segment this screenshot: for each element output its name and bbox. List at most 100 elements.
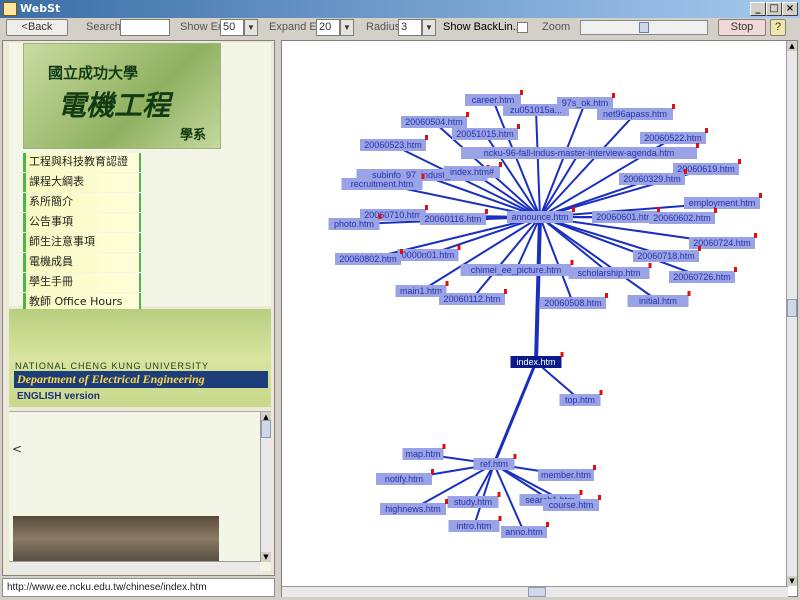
graph-node[interactable]: 20060522.htm	[640, 128, 708, 144]
chevron-down-icon[interactable]: ▼	[422, 19, 436, 36]
graph-node-marker	[431, 469, 434, 474]
chevron-down-icon[interactable]: ▼	[787, 576, 797, 586]
graph-node-label: 20060522.htm	[644, 133, 702, 143]
status-url: http://www.ee.ncku.edu.tw/chinese/index.…	[2, 578, 275, 597]
help-button[interactable]: ?	[770, 19, 786, 36]
graph-node-label: chimei_ee_picture.htm	[471, 265, 562, 275]
graph-node[interactable]: 97s_ok.htm	[557, 93, 615, 109]
graph-node-marker	[738, 159, 741, 164]
maximize-button[interactable]: □	[766, 2, 782, 16]
chevron-up-icon[interactable]: ▲	[787, 41, 797, 51]
app-icon	[3, 2, 17, 16]
english-version-link[interactable]: ENGLISH version	[17, 391, 100, 402]
graph-node-marker	[499, 162, 502, 167]
graph-node-marker	[425, 135, 428, 140]
show-edges-select[interactable]: 50	[220, 19, 244, 36]
graph-node[interactable]: scholarship.htm	[568, 263, 652, 279]
menu-item-handbook[interactable]: 學生手冊	[23, 273, 141, 292]
graph-node-label: 20060718.htm	[637, 251, 695, 261]
graph-node[interactable]: 20060112.htm	[439, 289, 507, 305]
link-graph[interactable]: career.htmzu051015a...97s_ok.htm 20060504…	[282, 41, 788, 586]
graph-node-marker	[714, 208, 717, 213]
lower-frame-hscrollbar[interactable]	[9, 561, 260, 572]
graph-node[interactable]: ref.htm	[473, 454, 517, 470]
graph-node-label: scholarship.htm	[577, 268, 640, 278]
graph-node-marker	[517, 124, 520, 129]
graph-node[interactable]: anno.htm	[501, 522, 549, 538]
graph-node-label: highnews.htm	[385, 504, 441, 514]
graph-node[interactable]: 20060523.htm	[360, 135, 428, 151]
graph-node[interactable]: top.htm	[559, 390, 603, 406]
graph-node[interactable]: highnews.htm	[380, 499, 448, 515]
lower-frame: < ▲ ▼	[9, 411, 271, 572]
back-button[interactable]: <Back	[6, 19, 68, 36]
graph-node[interactable]: study.htm	[447, 492, 501, 508]
expand-edges-select[interactable]: 20	[316, 19, 340, 36]
graph-node-label: career.htm	[472, 95, 515, 105]
graph-node-marker	[754, 233, 757, 238]
graph-node[interactable]: initial.htm	[627, 291, 691, 307]
graph-node-label: 20060504.htm	[405, 117, 463, 127]
zoom-slider[interactable]	[580, 20, 708, 35]
graph-node-marker	[759, 193, 762, 198]
graph-node-marker	[657, 207, 660, 212]
graph-node[interactable]: 20060504.htm	[401, 112, 469, 128]
menu-item-introduction[interactable]: 系所簡介	[23, 193, 141, 212]
scrollbar-thumb[interactable]	[261, 420, 271, 438]
graph-node[interactable]: member.htm	[538, 465, 596, 481]
chevron-down-icon[interactable]: ▼	[244, 19, 258, 36]
graph-node-marker	[599, 390, 603, 395]
department-banner: 國立成功大學 電機工程 學系 工程與科技教育認證 課程大綱表 系所簡介 公告事項…	[9, 43, 271, 312]
scrollbar-thumb[interactable]	[528, 587, 546, 597]
graph-node-marker	[572, 207, 575, 212]
graph-node-marker	[579, 490, 583, 495]
graph-node[interactable]: 20060619.htm	[673, 159, 741, 175]
chevron-down-icon[interactable]: ▼	[340, 19, 354, 36]
graph-node[interactable]: map.htm	[402, 444, 446, 460]
graph-edge	[535, 109, 541, 218]
graph-node-marker	[612, 93, 615, 98]
show-backlinks-checkbox[interactable]	[517, 22, 528, 33]
close-button[interactable]: ×	[782, 2, 798, 16]
logo-department-name: 電機工程	[58, 89, 171, 122]
graph-node-label: member.htm	[541, 470, 591, 480]
graph-node[interactable]: 20060116.htm	[420, 209, 488, 225]
search-input[interactable]	[120, 19, 170, 36]
english-banner[interactable]: NATIONAL CHENG KUNG UNIVERSITY Departmen…	[9, 309, 271, 407]
minimize-button[interactable]: _	[750, 2, 766, 16]
menu-item-notices[interactable]: 師生注意事項	[23, 233, 141, 252]
expand-edges-label: Expand E#	[269, 21, 323, 33]
graph-node[interactable]: notify.htm	[376, 469, 434, 485]
graph-node[interactable]: 20060508.htm	[540, 293, 608, 309]
graph-hscrollbar[interactable]	[282, 586, 788, 597]
graph-node-marker	[445, 499, 448, 504]
graph-nodes: career.htmzu051015a...97s_ok.htm 20060504…	[328, 90, 762, 538]
graph-node-label: index.htm#	[450, 167, 494, 177]
menu-item-members[interactable]: 電機成員	[23, 253, 141, 272]
graph-node[interactable]: index.htm#	[444, 162, 502, 178]
graph-vscrollbar[interactable]: ▲ ▼	[786, 41, 797, 586]
graph-node-label: 97s_ok.htm	[562, 98, 609, 108]
graph-node[interactable]: career.htm	[465, 90, 523, 106]
graph-node[interactable]: employment.htm	[684, 193, 762, 209]
lower-frame-text: <	[12, 442, 23, 456]
scrollbar-thumb[interactable]	[787, 299, 797, 317]
graph-node-marker	[648, 263, 652, 268]
zoom-slider-thumb[interactable]	[639, 22, 649, 33]
graph-node-label: 20060523.htm	[364, 140, 422, 150]
graph-node[interactable]: intro.htm	[448, 516, 502, 532]
graph-node[interactable]: ncku-96-fall-indus-master-interview-agen…	[461, 143, 699, 159]
menu-item-syllabus[interactable]: 課程大綱表	[23, 173, 141, 192]
graph-node-marker	[466, 112, 469, 117]
radius-select[interactable]: 3	[398, 19, 422, 36]
graph-node-label: ref.htm	[480, 459, 508, 469]
lower-frame-scrollbar[interactable]: ▲ ▼	[260, 412, 271, 562]
menu-item-accreditation[interactable]: 工程與科技教育認證	[23, 153, 141, 172]
graph-node-label: 20060724.htm	[693, 238, 751, 248]
stop-button[interactable]: Stop	[718, 19, 766, 36]
graph-node-label: course.htm	[549, 500, 594, 510]
menu-item-announcements[interactable]: 公告事項	[23, 213, 141, 232]
graph-node-label: index.htm	[516, 357, 555, 367]
graph-node[interactable]: 20060802.htm	[335, 249, 403, 265]
chevron-down-icon[interactable]: ▼	[261, 552, 271, 562]
